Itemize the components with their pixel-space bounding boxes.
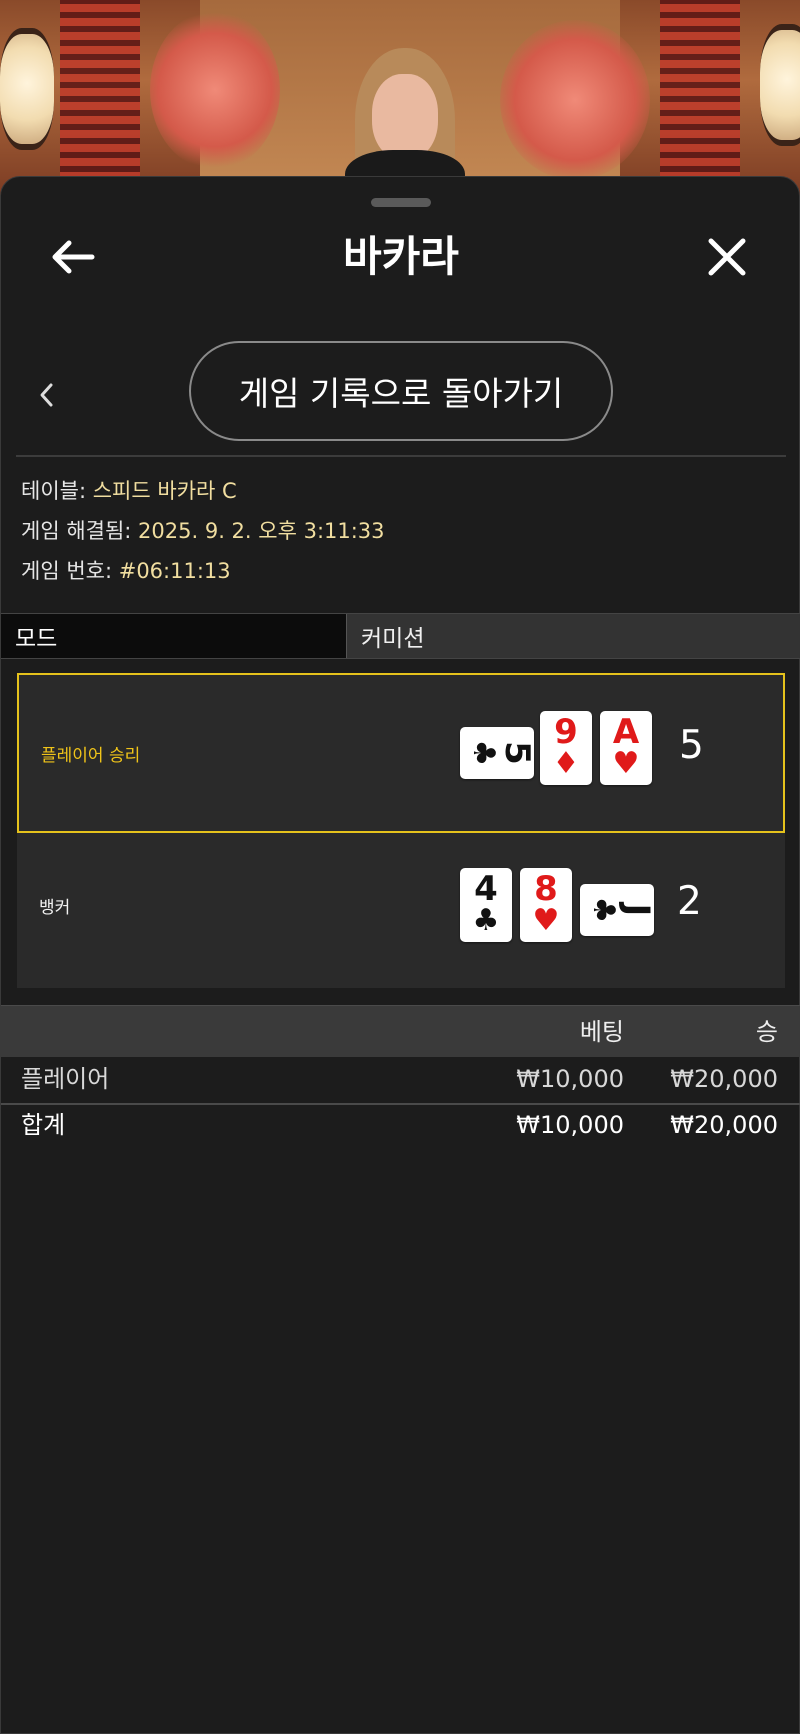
blossom-decoration	[150, 10, 280, 170]
game-number-value: #06:11:13	[118, 559, 231, 583]
playing-card: 9 ♦	[540, 711, 592, 785]
card-rank: 9	[554, 712, 578, 752]
close-button[interactable]	[701, 231, 753, 283]
tab-commission[interactable]: 커미션	[347, 614, 800, 658]
resolved-value: 2025. 9. 2. 오후 3:11:33	[138, 519, 385, 543]
playing-card: A ♥	[600, 711, 652, 785]
game-number-label: 게임 번호:	[21, 559, 113, 583]
page-title: 바카라	[343, 232, 459, 281]
player-result-row: 플레이어 승리 5 ♣ 9 ♦ A ♥ 5	[17, 673, 785, 833]
win-amount: ₩20,000	[670, 1065, 778, 1093]
table-value: 스피드 바카라 C	[92, 479, 237, 503]
column-header-bet: 베팅	[579, 1018, 624, 1046]
game-detail-sheet: 바카라 게임 기록으로 돌아가기 테이블: 스피드 바카라 C 게임 해결됨: …	[0, 176, 800, 1734]
playing-card: J ♣	[580, 884, 654, 936]
card-rank: 5	[497, 741, 534, 765]
card-rank: 8	[534, 869, 558, 909]
resolved-info: 게임 해결됨: 2025. 9. 2. 오후 3:11:33	[21, 516, 385, 546]
bet-amount: ₩10,000	[516, 1065, 624, 1093]
total-win-amount: ₩20,000	[670, 1111, 778, 1139]
lattice-panel	[60, 0, 140, 200]
table-info: 테이블: 스피드 바카라 C	[21, 476, 237, 506]
table-row: 플레이어 ₩10,000 ₩20,000	[1, 1057, 800, 1101]
total-bet-amount: ₩10,000	[516, 1111, 624, 1139]
club-suit-icon: ♣	[586, 896, 621, 924]
close-icon	[708, 238, 746, 276]
arrow-left-icon	[52, 240, 95, 274]
heart-suit-icon: ♥	[612, 746, 640, 781]
column-header-win: 승	[755, 1018, 778, 1046]
player-score: 5	[679, 723, 704, 768]
chevron-left-icon	[40, 383, 53, 407]
club-suit-icon: ♣	[466, 739, 501, 767]
bet-row-label: 플레이어	[21, 1065, 110, 1093]
table-row-total: 합계 ₩10,000 ₩20,000	[1, 1103, 800, 1147]
divider	[16, 455, 786, 457]
card-rank: 4	[474, 869, 498, 909]
card-rank: J	[617, 903, 654, 917]
card-rank: A	[612, 712, 640, 752]
total-label: 합계	[21, 1111, 66, 1139]
return-to-history-button[interactable]: 게임 기록으로 돌아가기	[189, 341, 613, 441]
back-button[interactable]	[47, 235, 99, 279]
live-video-background	[0, 0, 800, 200]
game-number-info: 게임 번호: #06:11:13	[21, 556, 231, 586]
lantern-right	[760, 24, 800, 146]
banker-result-label: 뱅커	[39, 898, 71, 918]
banker-score: 2	[677, 879, 702, 924]
club-suit-icon: ♣	[472, 903, 500, 938]
dealer-face	[372, 74, 438, 160]
playing-card: 4 ♣	[460, 868, 512, 942]
bets-table-header: 베팅 승	[1, 1005, 800, 1057]
banker-result-row: 뱅커 4 ♣ 8 ♥ J ♣ 2	[17, 835, 785, 987]
drag-handle[interactable]	[371, 198, 431, 207]
heart-suit-icon: ♥	[532, 903, 560, 938]
diamond-suit-icon: ♦	[552, 746, 580, 781]
resolved-label: 게임 해결됨:	[21, 519, 132, 543]
tab-mode[interactable]: 모드	[1, 614, 347, 658]
previous-button[interactable]	[31, 375, 61, 415]
playing-card: 8 ♥	[520, 868, 572, 942]
lantern-left	[0, 28, 54, 150]
lattice-panel	[660, 0, 740, 200]
view-tabs: 모드 커미션	[1, 613, 800, 659]
game-result-panel: 플레이어 승리 5 ♣ 9 ♦ A ♥ 5 뱅커 4 ♣ 8 ♥ J ♣ 2	[17, 673, 785, 988]
player-result-label: 플레이어 승리	[41, 746, 141, 766]
blossom-decoration	[500, 20, 650, 180]
playing-card: 5 ♣	[460, 727, 534, 779]
table-label: 테이블:	[21, 479, 87, 503]
